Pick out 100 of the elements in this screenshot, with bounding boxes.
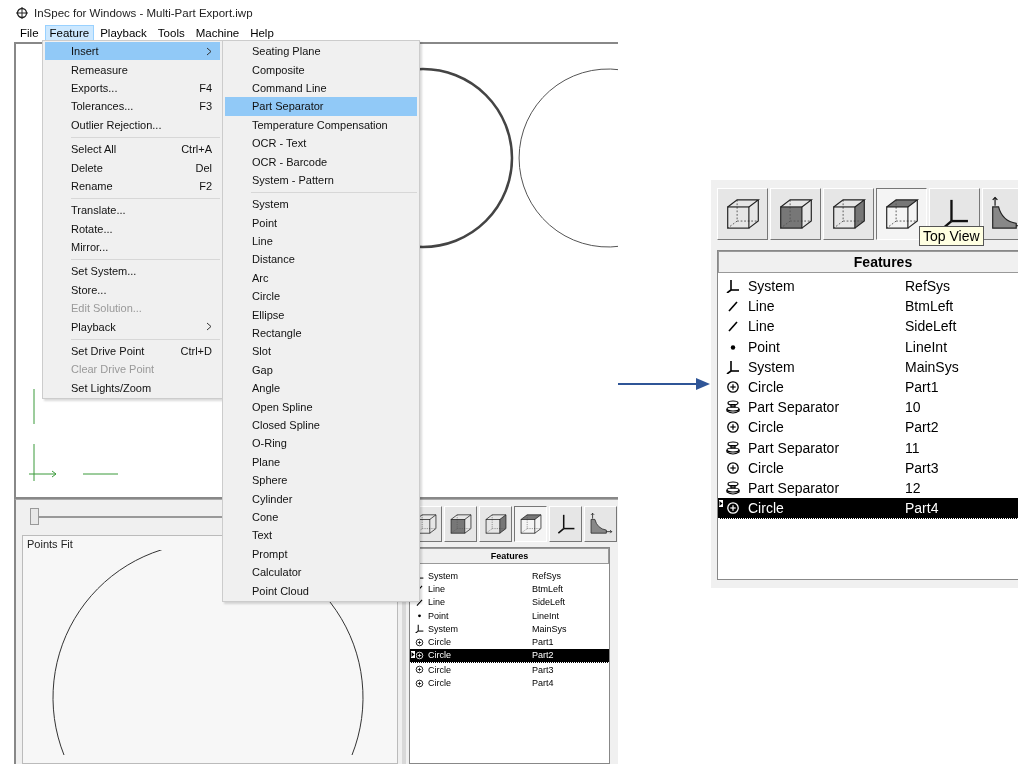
cube-icon: [517, 511, 544, 537]
table-row[interactable]: Circle Part1: [410, 635, 609, 649]
menu-item[interactable]: Sphere: [225, 471, 417, 490]
menu-item[interactable]: OCR - Text: [225, 133, 417, 153]
menu-bar-item[interactable]: Tools: [152, 25, 190, 41]
table-row[interactable]: Point LineInt: [718, 336, 1018, 357]
menu-item[interactable]: Set Drive Point Ctrl+D: [45, 341, 220, 361]
menu-item[interactable]: Exports... F4: [45, 78, 220, 98]
table-cell: LineInt: [905, 338, 948, 355]
menu-item[interactable]: Store...: [45, 280, 220, 300]
tooltip: Top View: [919, 226, 984, 246]
menu-item[interactable]: Mirror...: [45, 237, 220, 257]
table-row[interactable]: Circle Part2: [410, 648, 609, 664]
menu-item[interactable]: Slot: [225, 342, 417, 361]
table-cell-text: Circle: [428, 678, 452, 688]
table-cell-text: System: [428, 570, 459, 581]
table-row[interactable]: Circle Part4: [410, 676, 609, 690]
menu-bar-item[interactable]: File: [15, 25, 44, 41]
table-cell-text: Line: [428, 583, 446, 594]
table-row[interactable]: Circle Part4: [718, 498, 1018, 520]
table-row[interactable]: Part Separator 12: [718, 477, 1018, 499]
axis-line: [33, 388, 35, 425]
menu-bar-item[interactable]: Help: [245, 25, 279, 41]
menu-item[interactable]: Seating Plane: [225, 42, 417, 61]
menu-item[interactable]: Outlier Rejection...: [45, 115, 220, 134]
table-cell: MainSys: [905, 358, 959, 375]
table-row[interactable]: System MainSys: [718, 356, 1018, 377]
slider-thumb[interactable]: [30, 508, 39, 525]
menu-bar-item[interactable]: Playback: [95, 25, 152, 41]
menu-item[interactable]: Ellipse: [225, 305, 417, 324]
menu-item[interactable]: OCR - Barcode: [225, 152, 417, 171]
menu-item[interactable]: O-Ring: [225, 434, 417, 453]
table-row[interactable]: System MainSys: [410, 622, 609, 636]
menu-bar-item[interactable]: Feature: [44, 25, 95, 41]
profile-icon: [587, 511, 614, 537]
table-cell-text: System: [428, 623, 459, 634]
menu-item[interactable]: Set Lights/Zoom: [45, 378, 220, 398]
menu-item[interactable]: Playback: [45, 317, 220, 336]
table-cell-text: Line: [748, 298, 776, 315]
menu-item[interactable]: Arc: [225, 268, 417, 288]
menu-item[interactable]: Angle: [225, 379, 417, 398]
axis-line: [82, 473, 119, 475]
axes-icon: [726, 359, 740, 374]
menu-item[interactable]: Calculator: [225, 562, 417, 582]
menu-item[interactable]: Tolerances... F3: [45, 97, 220, 116]
view-button[interactable]: [514, 506, 547, 542]
menu-item[interactable]: Temperature Compensation: [225, 115, 417, 134]
menu-item[interactable]: Delete Del: [45, 158, 220, 177]
menu-item[interactable]: Rectangle: [225, 323, 417, 343]
menu-item[interactable]: Circle: [225, 287, 417, 306]
menu-item[interactable]: System - Pattern: [225, 170, 417, 190]
cube-icon: [482, 511, 509, 537]
menu-item[interactable]: Select All Ctrl+A: [45, 139, 220, 159]
menu-item[interactable]: Insert: [45, 42, 220, 61]
table-cell-text: Circle: [428, 664, 452, 675]
menu-item[interactable]: Set System...: [45, 262, 220, 281]
shortcut-label: Ctrl+A: [181, 143, 212, 156]
menu-item[interactable]: Plane: [225, 452, 417, 471]
menu-item[interactable]: Gap: [225, 360, 417, 380]
table-row[interactable]: Circle Part3: [410, 663, 609, 677]
menu-item[interactable]: Command Line: [225, 78, 417, 98]
stacked-discs-icon: [726, 440, 740, 455]
menu-item[interactable]: Composite: [225, 60, 417, 79]
table-row[interactable]: Part Separator 10: [718, 397, 1018, 418]
menu-item[interactable]: Remeasure: [45, 60, 220, 79]
menu-item[interactable]: Text: [225, 526, 417, 545]
menu-item[interactable]: Translate...: [45, 201, 220, 220]
table-row[interactable]: Part Separator 11: [718, 437, 1018, 458]
table-row[interactable]: System RefSys: [718, 276, 1018, 297]
menu-item[interactable]: Cylinder: [225, 489, 417, 508]
menu-item[interactable]: Open Spline: [225, 397, 417, 416]
table-row[interactable]: Circle Part3: [718, 457, 1018, 478]
menu-item[interactable]: Closed Spline: [225, 415, 417, 435]
menu-item[interactable]: Rotate...: [45, 219, 220, 238]
menu-item[interactable]: Cone: [225, 507, 417, 527]
table-row[interactable]: Point LineInt: [410, 608, 609, 623]
menu-item[interactable]: Point: [225, 213, 417, 232]
table-cell-text: Circle: [748, 379, 785, 396]
menu-item[interactable]: Rename F2: [45, 176, 220, 196]
line-icon: [726, 299, 740, 314]
table-row[interactable]: Line BtmLeft: [718, 296, 1018, 317]
table-cell: Part2: [532, 650, 554, 661]
menu-item[interactable]: Line: [225, 231, 417, 251]
menu-item[interactable]: Part Separator: [225, 97, 417, 116]
table-cell-text: Line: [748, 318, 776, 335]
shortcut-label: Del: [195, 161, 212, 174]
table-row[interactable]: Circle Part1: [718, 376, 1018, 398]
table-row[interactable]: Line SideLeft: [718, 316, 1018, 337]
table-cell-text: Circle: [428, 650, 452, 661]
menu-item[interactable]: System: [225, 195, 417, 214]
table-row[interactable]: Circle Part2: [718, 417, 1018, 438]
menu-item[interactable]: Distance: [225, 250, 417, 269]
table-cell: 10: [905, 399, 921, 416]
chevron-right-icon: [206, 322, 212, 332]
table-cell: Part3: [905, 459, 939, 476]
circle-plus-icon: [726, 420, 740, 435]
menu-bar-item[interactable]: Machine: [190, 25, 245, 41]
axes-icon: [28, 443, 57, 482]
shortcut-label: F3: [199, 100, 212, 113]
table-cell-text: Part Separator: [748, 439, 841, 456]
